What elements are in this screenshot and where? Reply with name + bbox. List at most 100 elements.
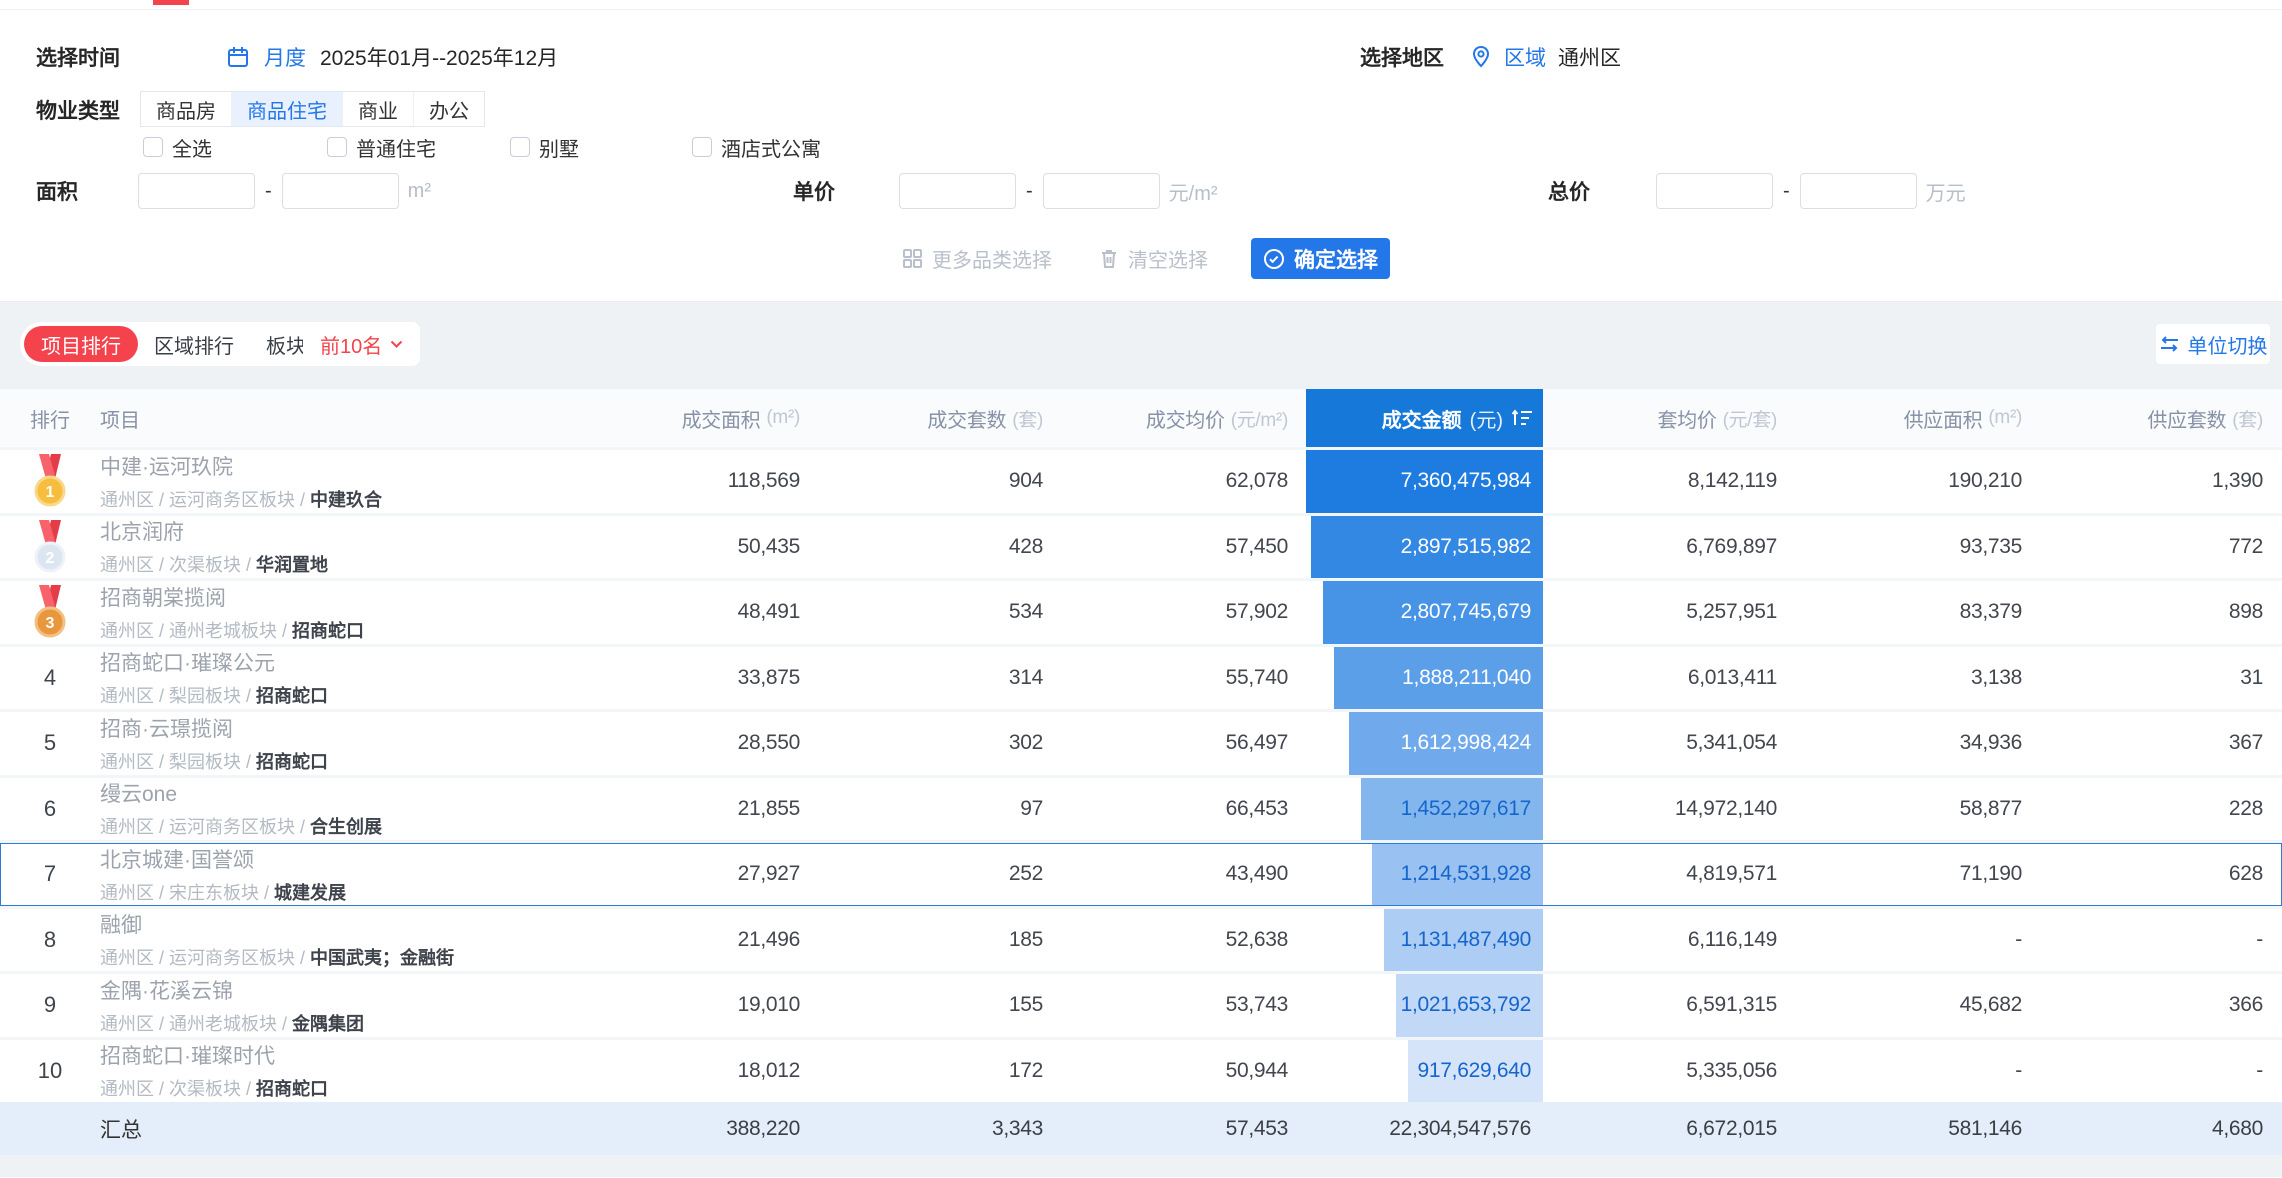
checkbox-serviced-apartment[interactable]: 酒店式公寓 (692, 135, 821, 161)
supply-units-cell: 31 (2240, 665, 2263, 689)
checkbox-box[interactable] (143, 137, 163, 157)
checkbox-villa[interactable]: 别墅 (510, 135, 579, 161)
deal-avg-price-cell: 43,490 (1225, 862, 1289, 886)
project-location-line: 通州区 / 次渠板块 / 招商蛇口 (100, 1075, 328, 1101)
project-location-line: 通州区 / 宋庄东板块 / 城建发展 (100, 879, 346, 905)
table-row-rank-10[interactable]: 10 招商蛇口·璀璨时代 通州区 / 次渠板块 / 招商蛇口 18,012 172 50,… (0, 1036, 2282, 1103)
unit-avg-price-cell: 5,341,054 (1686, 731, 1777, 755)
deal-amount-bar: 2,807,745,679 (1323, 581, 1543, 644)
total-max-input[interactable] (1799, 173, 1917, 209)
supply-area-cell: 3,138 (1970, 665, 2022, 689)
supply-area-cell: 83,379 (1959, 600, 2023, 624)
table-row-rank-3[interactable]: 3 招商朝棠揽阅 通州区 / 通州老城板块 / 招商蛇口 48,491 534 57,90… (0, 578, 2282, 644)
project-cell: 招商蛇口·璀璨时代通州区 / 次渠板块 / 招商蛇口 (100, 1040, 560, 1103)
deal-units-cell: 97 (1020, 796, 1043, 820)
table-row-rank-8[interactable]: 8 融御 通州区 / 运河商务区板块 / 中国武夷；金融街 21,496 185 52,6… (0, 905, 2282, 971)
project-name[interactable]: 招商蛇口·璀璨公元 (100, 647, 275, 677)
table-row-rank-4[interactable]: 4 招商蛇口·璀璨公元 通州区 / 梨园板块 / 招商蛇口 33,875 314 55,7… (0, 643, 2282, 709)
ptype-tab-commodity-residential[interactable]: 商品住宅 (232, 92, 343, 126)
project-name[interactable]: 北京城建·国誉颂 (100, 844, 254, 874)
project-region-path: 通州区 / 运河商务区板块 / (100, 489, 311, 510)
header-supply-area[interactable]: 供应面积 (m²) (1777, 389, 2023, 447)
more-categories-button[interactable]: 更多品类选择 (902, 238, 1052, 279)
rank-number: 7 (43, 861, 57, 887)
total-min-input[interactable] (1656, 173, 1773, 209)
ptype-tab-commodity-housing[interactable]: 商品房 (141, 92, 232, 126)
top-n-dropdown[interactable]: 前10名 (303, 322, 421, 366)
price-min-input[interactable] (899, 173, 1016, 209)
ranking-table: 排行 项目 成交面积 (m²) 成交套数 (套) 成交均价 (元/m²) 成交金额 (… (0, 389, 2282, 1155)
rank-number: 5 (43, 730, 57, 756)
unit-avg-price-cell: 6,769,897 (1686, 534, 1777, 558)
bottom-strip (0, 1155, 2282, 1177)
area-range-label: 面积 (36, 181, 78, 204)
header-rank: 排行 (30, 409, 70, 432)
table-row-rank-2[interactable]: 2 北京润府 通州区 / 次渠板块 / 华润置地 50,435 428 57,450 2,8… (0, 512, 2282, 578)
table-row-rank-5[interactable]: 5 招商·云璟揽阅 通州区 / 梨园板块 / 招商蛇口 28,550 302 56,497… (0, 709, 2282, 775)
table-row-rank-7[interactable]: 7 北京城建·国誉颂 通州区 / 宋庄东板块 / 城建发展 27,927 252 43,4… (0, 840, 2282, 906)
calendar-icon[interactable] (226, 45, 250, 69)
rank-number: 4 (43, 664, 57, 690)
sort-descending-icon[interactable] (1511, 408, 1533, 428)
deal-amount-bar: 1,131,487,490 (1384, 908, 1543, 971)
project-name[interactable]: 招商蛇口·璀璨时代 (100, 1040, 275, 1070)
table-row-rank-1[interactable]: 1 中建·运河玖院 通州区 / 运河商务区板块 / 中建玖合 118,569 904 62… (0, 447, 2282, 513)
header-deal-units[interactable]: 成交套数 (套) (800, 389, 1043, 447)
project-name[interactable]: 招商·云璟揽阅 (100, 713, 233, 743)
unit-avg-price-cell: 4,819,571 (1686, 862, 1777, 886)
project-name[interactable]: 融御 (100, 909, 142, 939)
deal-amount-sorted-header[interactable]: 成交金额 (元) (1306, 389, 1543, 447)
unit-switch-button[interactable]: 单位切换 (2156, 324, 2270, 364)
checkbox-ordinary-residential[interactable]: 普通住宅 (327, 135, 436, 161)
supply-units-cell: 366 (2228, 993, 2263, 1017)
time-range-value[interactable]: 2025年01月--2025年12月 (320, 42, 558, 72)
project-developer: 华润置地 (256, 555, 329, 576)
ptype-tab-commercial[interactable]: 商业 (343, 92, 414, 126)
area-max-input[interactable] (281, 173, 399, 209)
supply-units-cell: - (2256, 927, 2263, 951)
header-project: 项目 (100, 409, 140, 432)
header-deal-area[interactable]: 成交面积 (m²) (560, 389, 801, 447)
tab-project-ranking[interactable]: 项目排行 (24, 326, 138, 362)
deal-amount-bar: 2,897,515,982 (1311, 515, 1543, 578)
region-type-link[interactable]: 区域 (1504, 42, 1546, 72)
deal-amount-bar: 7,360,475,984 (1306, 450, 1543, 513)
project-name[interactable]: 招商朝棠揽阅 (100, 582, 226, 612)
region-value[interactable]: 通州区 (1558, 42, 1621, 72)
project-developer: 中国武夷；金融街 (310, 948, 455, 969)
project-name[interactable]: 北京润府 (100, 516, 184, 546)
table-row-rank-9[interactable]: 9 金隅·花溪云锦 通州区 / 通州老城板块 / 金隅集团 19,010 155 53,7… (0, 971, 2282, 1037)
project-region-path: 通州区 / 次渠板块 / (100, 555, 257, 576)
location-pin-icon[interactable] (1470, 45, 1492, 69)
checkbox-box[interactable] (327, 137, 347, 157)
supply-area-cell: 34,936 (1959, 731, 2023, 755)
area-min-input[interactable] (138, 173, 255, 209)
table-row-rank-6[interactable]: 6 缦云one 通州区 / 运河商务区板块 / 合生创展 21,855 97 66,453… (0, 774, 2282, 840)
project-name[interactable]: 中建·运河玖院 (100, 451, 233, 481)
deal-avg-price-cell: 62,078 (1225, 469, 1289, 493)
checkbox-select-all[interactable]: 全选 (143, 135, 212, 161)
confirm-selection-button[interactable]: 确定选择 (1251, 238, 1390, 279)
ptype-tab-office[interactable]: 办公 (414, 92, 484, 126)
header-supply-units[interactable]: 供应套数 (套) (2022, 389, 2263, 447)
checkbox-box[interactable] (692, 137, 712, 157)
tab-region-ranking[interactable]: 区域排行 (138, 330, 250, 359)
swap-arrows-icon (2159, 335, 2180, 353)
project-cell: 中建·运河玖院 通州区 / 运河商务区板块 / 中建玖合 (100, 450, 560, 513)
project-name[interactable]: 金隅·花溪云锦 (100, 975, 233, 1005)
property-type-tabs: 商品房 商品住宅 商业 办公 (140, 91, 485, 127)
checkbox-box[interactable] (510, 137, 530, 157)
deal-amount-cell: 1,131,487,490 (1288, 908, 1543, 971)
time-mode-link[interactable]: 月度 (264, 42, 306, 72)
deal-units-cell: 302 (1008, 731, 1043, 755)
header-deal-amount[interactable]: 成交金额 (元) (1288, 389, 1543, 447)
project-region-path: 通州区 / 梨园板块 / (100, 751, 257, 772)
price-max-input[interactable] (1042, 173, 1160, 209)
summary-supply-area: 581,146 (1948, 1116, 2022, 1140)
project-name[interactable]: 缦云one (100, 778, 177, 808)
header-unit-avg-price[interactable]: 套均价 (元/套) (1543, 389, 1777, 447)
summary-row: 汇总 388,220 3,343 57,453 22,304,547,576 6… (0, 1102, 2282, 1155)
header-deal-avg-price[interactable]: 成交均价 (元/m²) (1043, 389, 1288, 447)
clear-selection-button[interactable]: 清空选择 (1099, 238, 1208, 279)
total-range-inputs: - 万元 (1656, 173, 1966, 209)
